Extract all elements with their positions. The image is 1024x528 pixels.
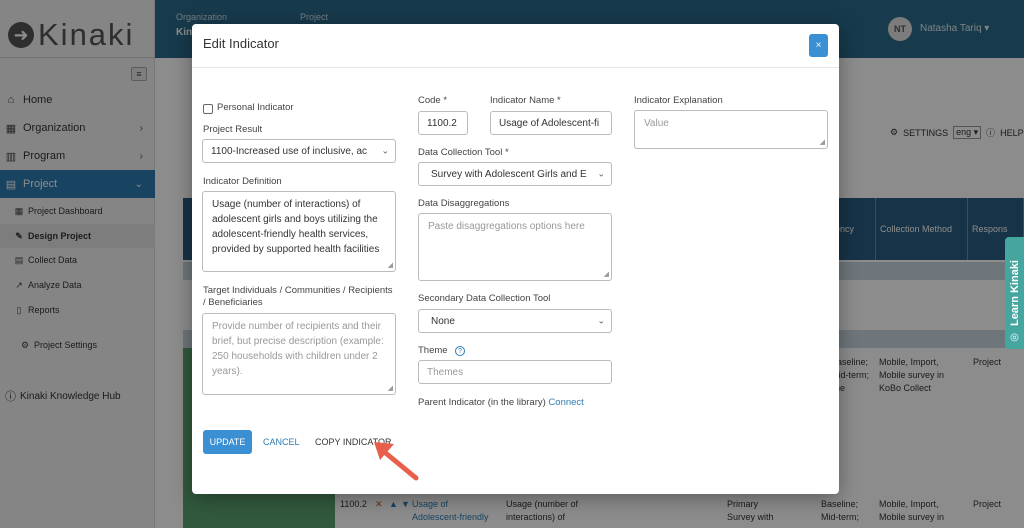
data-disaggregations-textarea[interactable]: Paste disaggregations options here ◢: [418, 213, 612, 281]
data-disaggregations-label: Data Disaggregations: [418, 198, 510, 209]
project-result-select[interactable]: 1100-Increased use of inclusive, ac ⌄: [202, 139, 396, 163]
question-icon[interactable]: ?: [455, 346, 465, 356]
indicator-explanation-placeholder: Value: [644, 118, 669, 129]
themes-input[interactable]: Themes: [418, 360, 612, 384]
chevron-down-icon: ⌄: [597, 168, 605, 179]
parent-indicator-label: Parent Indicator (in the library): [418, 397, 546, 408]
parent-indicator-row: Parent Indicator (in the library) Connec…: [418, 397, 584, 409]
indicator-explanation-label: Indicator Explanation: [634, 95, 723, 106]
code-value: 1100.2: [427, 117, 457, 129]
pointer-arrow-icon: [374, 442, 419, 481]
resize-handle-icon[interactable]: ◢: [388, 385, 393, 392]
data-collection-tool-select[interactable]: Survey with Adolescent Girls and E ⌄: [418, 162, 612, 186]
target-label: Target Individuals / Communities / Recip…: [203, 285, 393, 308]
update-button[interactable]: UPDATE: [203, 430, 252, 454]
indicator-name-label: Indicator Name *: [490, 95, 561, 106]
chevron-down-icon: ⌄: [381, 145, 389, 156]
indicator-definition-value: Usage (number of interactions) of adoles…: [212, 199, 380, 255]
data-collection-tool-value: Survey with Adolescent Girls and E: [431, 168, 587, 180]
personal-indicator-label: Personal Indicator: [217, 102, 294, 113]
indicator-explanation-textarea[interactable]: Value ◢: [634, 110, 828, 149]
close-button[interactable]: ×: [809, 34, 828, 57]
connect-link[interactable]: Connect: [548, 397, 583, 408]
secondary-tool-label: Secondary Data Collection Tool: [418, 293, 551, 304]
resize-handle-icon[interactable]: ◢: [604, 271, 609, 278]
indicator-definition-textarea[interactable]: Usage (number of interactions) of adoles…: [202, 191, 396, 272]
learn-kinaki-label: Learn Kinaki: [1008, 259, 1021, 326]
code-label: Code *: [418, 95, 448, 106]
data-disaggregations-placeholder: Paste disaggregations options here: [428, 221, 585, 232]
secondary-tool-select[interactable]: None ⌄: [418, 309, 612, 333]
indicator-definition-label: Indicator Definition: [203, 176, 282, 187]
personal-indicator-checkbox[interactable]: [203, 104, 213, 114]
project-result-label: Project Result: [203, 124, 263, 135]
modal-title: Edit Indicator: [203, 36, 279, 51]
code-input[interactable]: 1100.2: [418, 111, 468, 135]
target-placeholder: Provide number of recipients and their b…: [212, 321, 384, 377]
lifebuoy-icon: ◎: [1010, 332, 1019, 343]
resize-handle-icon[interactable]: ◢: [388, 262, 393, 269]
project-result-value: 1100-Increased use of inclusive, ac: [211, 145, 368, 157]
modal-header: Edit Indicator ×: [192, 24, 839, 68]
data-collection-tool-label: Data Collection Tool *: [418, 147, 509, 158]
secondary-tool-value: None: [431, 315, 455, 327]
themes-placeholder: Themes: [427, 366, 464, 378]
cancel-button[interactable]: CANCEL: [263, 437, 300, 447]
resize-handle-icon[interactable]: ◢: [820, 139, 825, 146]
chevron-down-icon: ⌄: [597, 315, 605, 326]
app-root: ➜ Kinaki ≡ ⌂ Home ▦ Organization › ▥ Pro…: [0, 0, 1024, 528]
indicator-name-value: Usage of Adolescent-fi: [499, 117, 600, 129]
target-textarea[interactable]: Provide number of recipients and their b…: [202, 313, 396, 395]
theme-label: Theme: [418, 345, 448, 356]
learn-kinaki-tab[interactable]: Learn Kinaki ◎: [1005, 237, 1024, 349]
indicator-name-input[interactable]: Usage of Adolescent-fi: [490, 111, 612, 135]
